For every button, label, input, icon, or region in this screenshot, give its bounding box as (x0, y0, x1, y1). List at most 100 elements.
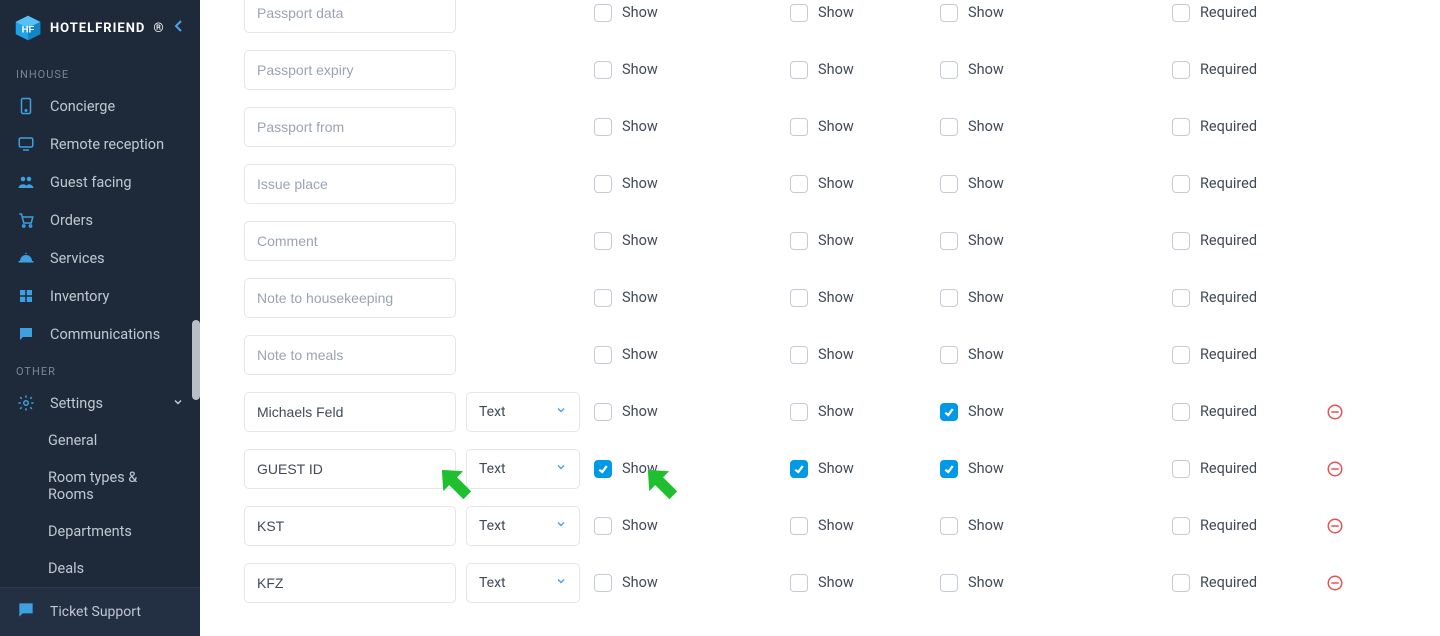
checkbox-show-1[interactable] (594, 403, 612, 421)
checkbox-label: Show (818, 175, 854, 192)
chevron-down-icon (555, 575, 567, 591)
remove-field-button[interactable] (1320, 574, 1350, 592)
checkbox-required[interactable] (1172, 346, 1190, 364)
checkbox-show-1[interactable] (594, 4, 612, 22)
checkbox-show-3[interactable] (940, 346, 958, 364)
checkbox-required[interactable] (1172, 4, 1190, 22)
column-required: Required (1172, 574, 1320, 592)
checkbox-label: Show (622, 175, 658, 192)
checkbox-show-2[interactable] (790, 346, 808, 364)
sidebar-item-communications[interactable]: Communications (0, 315, 200, 353)
checkbox-required[interactable] (1172, 460, 1190, 478)
checkbox-show-2[interactable] (790, 574, 808, 592)
checkbox-show-1[interactable] (594, 517, 612, 535)
field-type-select[interactable]: Text (466, 506, 580, 546)
column-required: Required (1172, 118, 1320, 136)
checkbox-show-3[interactable] (940, 574, 958, 592)
remove-field-button[interactable] (1320, 403, 1350, 421)
field-name-input[interactable] (244, 164, 456, 204)
sidebar-ticket-support[interactable]: Ticket Support (0, 587, 200, 636)
checkbox-show-3[interactable] (940, 232, 958, 250)
column-show-1: Show (594, 460, 790, 478)
checkbox-label: Show (622, 403, 658, 420)
checkbox-show-1[interactable] (594, 574, 612, 592)
field-name-input[interactable] (244, 335, 456, 375)
sidebar-item-guest-facing[interactable]: Guest facing (0, 163, 200, 201)
sidebar-subitem-deals[interactable]: Deals (0, 550, 200, 587)
field-name-input[interactable] (244, 506, 456, 546)
field-type-select[interactable]: Text (466, 449, 580, 489)
checkbox-required[interactable] (1172, 289, 1190, 307)
checkbox-required[interactable] (1172, 574, 1190, 592)
field-name-input[interactable] (244, 0, 456, 33)
sidebar-item-concierge[interactable]: Concierge (0, 87, 200, 125)
checkbox-show-3[interactable] (940, 4, 958, 22)
sidebar-item-services[interactable]: Services (0, 239, 200, 277)
field-row: TextShowShowShowRequired (244, 440, 1440, 497)
checkbox-show-1[interactable] (594, 460, 612, 478)
checkbox-show-3[interactable] (940, 175, 958, 193)
checkbox-label: Required (1200, 61, 1257, 78)
boxes-icon (16, 287, 36, 305)
checkbox-show-3[interactable] (940, 118, 958, 136)
field-type-select[interactable]: Text (466, 392, 580, 432)
column-show-3: Show (940, 460, 1172, 478)
remove-field-button[interactable] (1320, 460, 1350, 478)
checkbox-show-2[interactable] (790, 4, 808, 22)
checkbox-show-3[interactable] (940, 460, 958, 478)
checkbox-label: Required (1200, 175, 1257, 192)
checkbox-show-2[interactable] (790, 460, 808, 478)
checkbox-label: Show (622, 118, 658, 135)
checkbox-show-3[interactable] (940, 289, 958, 307)
field-name-input[interactable] (244, 221, 456, 261)
checkbox-required[interactable] (1172, 232, 1190, 250)
field-name-input[interactable] (244, 563, 456, 603)
sidebar-subitem-room-types[interactable]: Room types & Rooms (0, 459, 200, 513)
checkbox-show-2[interactable] (790, 517, 808, 535)
checkbox-show-1[interactable] (594, 118, 612, 136)
field-name-input[interactable] (244, 107, 456, 147)
sidebar-item-label: Ticket Support (50, 604, 141, 620)
sidebar-subitem-general[interactable]: General (0, 422, 200, 459)
checkbox-required[interactable] (1172, 403, 1190, 421)
sidebar-item-orders[interactable]: Orders (0, 201, 200, 239)
field-type-value: Text (479, 518, 506, 534)
sidebar-scrollbar-thumb[interactable] (192, 320, 200, 400)
checkbox-show-1[interactable] (594, 61, 612, 79)
sidebar-item-inventory[interactable]: Inventory (0, 277, 200, 315)
column-required: Required (1172, 232, 1320, 250)
sidebar-collapse-button[interactable] (172, 18, 188, 38)
checkbox-show-1[interactable] (594, 346, 612, 364)
sidebar-item-settings[interactable]: Settings (0, 384, 200, 422)
checkbox-show-2[interactable] (790, 118, 808, 136)
checkbox-show-3[interactable] (940, 61, 958, 79)
field-name-input[interactable] (244, 392, 456, 432)
checkbox-show-1[interactable] (594, 289, 612, 307)
sidebar-item-remote-reception[interactable]: Remote reception (0, 125, 200, 163)
remove-field-button[interactable] (1320, 517, 1350, 535)
column-show-2: Show (790, 403, 940, 421)
checkbox-show-2[interactable] (790, 289, 808, 307)
checkbox-required[interactable] (1172, 118, 1190, 136)
field-name-input[interactable] (244, 449, 456, 489)
field-name-input[interactable] (244, 278, 456, 318)
checkbox-required[interactable] (1172, 61, 1190, 79)
checkbox-required[interactable] (1172, 517, 1190, 535)
checkbox-show-2[interactable] (790, 232, 808, 250)
sidebar-subitem-departments[interactable]: Departments (0, 513, 200, 550)
checkbox-show-3[interactable] (940, 517, 958, 535)
checkbox-show-2[interactable] (790, 175, 808, 193)
checkbox-show-2[interactable] (790, 403, 808, 421)
checkbox-show-3[interactable] (940, 403, 958, 421)
monitor-icon (16, 135, 36, 153)
checkbox-required[interactable] (1172, 175, 1190, 193)
field-name-input[interactable] (244, 50, 456, 90)
checkbox-show-1[interactable] (594, 232, 612, 250)
field-type-select[interactable]: Text (466, 563, 580, 603)
column-required: Required (1172, 175, 1320, 193)
field-row: TextShowShowShowRequired (244, 0, 1440, 41)
field-row: TextShowShowShowRequired (244, 98, 1440, 155)
checkbox-show-2[interactable] (790, 61, 808, 79)
checkbox-show-1[interactable] (594, 175, 612, 193)
checkbox-label: Show (968, 460, 1004, 477)
